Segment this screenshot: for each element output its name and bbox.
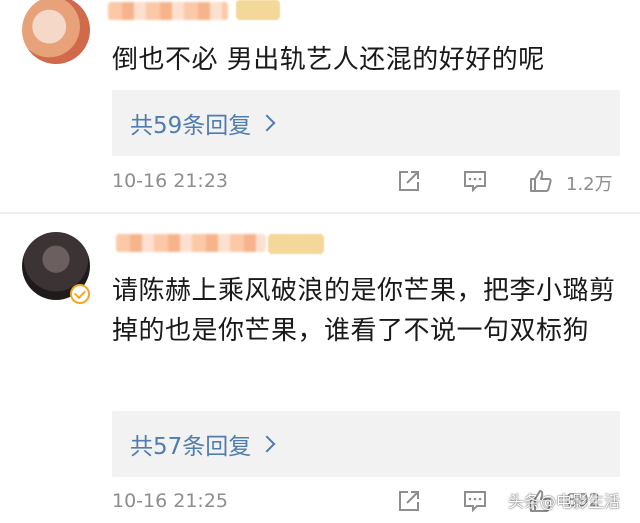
user-badge-blurred bbox=[268, 234, 324, 254]
replies-count-label: 共57条回复 bbox=[130, 434, 252, 460]
share-icon[interactable] bbox=[396, 488, 422, 514]
comment-meta: 10-16 21:23 1.2万 bbox=[0, 168, 640, 198]
view-replies-button[interactable]: 共57条回复 bbox=[112, 411, 620, 477]
view-replies-button[interactable]: 共59条回复 bbox=[112, 90, 620, 156]
share-icon[interactable] bbox=[396, 168, 422, 194]
comment-item: 请陈赫上乘风破浪的是你芒果，把李小璐剪掉的也是你芒果，谁看了不说一句双标狗 共5… bbox=[0, 214, 640, 523]
comment-text: 请陈赫上乘风破浪的是你芒果，把李小璐剪掉的也是你芒果，谁看了不说一句双标狗 bbox=[112, 276, 616, 346]
verified-badge-icon bbox=[70, 284, 90, 304]
chevron-right-icon bbox=[258, 114, 276, 132]
replies-count-label: 共59条回复 bbox=[130, 113, 252, 139]
comment-text: 倒也不必 男出轨艺人还混的好好的呢 bbox=[112, 45, 545, 75]
like-icon[interactable] bbox=[528, 168, 554, 194]
comment-timestamp: 10-16 21:25 bbox=[112, 490, 229, 512]
user-badge-blurred bbox=[236, 0, 280, 20]
avatar[interactable] bbox=[22, 0, 90, 64]
chevron-right-icon bbox=[258, 435, 276, 453]
comment-item: 倒也不必 男出轨艺人还混的好好的呢 共59条回复 10-16 21:23 1.2… bbox=[0, 0, 640, 212]
username-blurred[interactable] bbox=[116, 234, 266, 252]
comment-icon[interactable] bbox=[462, 488, 488, 514]
like-count: 1.2万 bbox=[566, 174, 613, 195]
comment-timestamp: 10-16 21:23 bbox=[112, 170, 229, 192]
watermark: 头条@电影生活 bbox=[508, 492, 621, 511]
username-blurred[interactable] bbox=[108, 2, 228, 20]
comment-icon[interactable] bbox=[462, 168, 488, 194]
